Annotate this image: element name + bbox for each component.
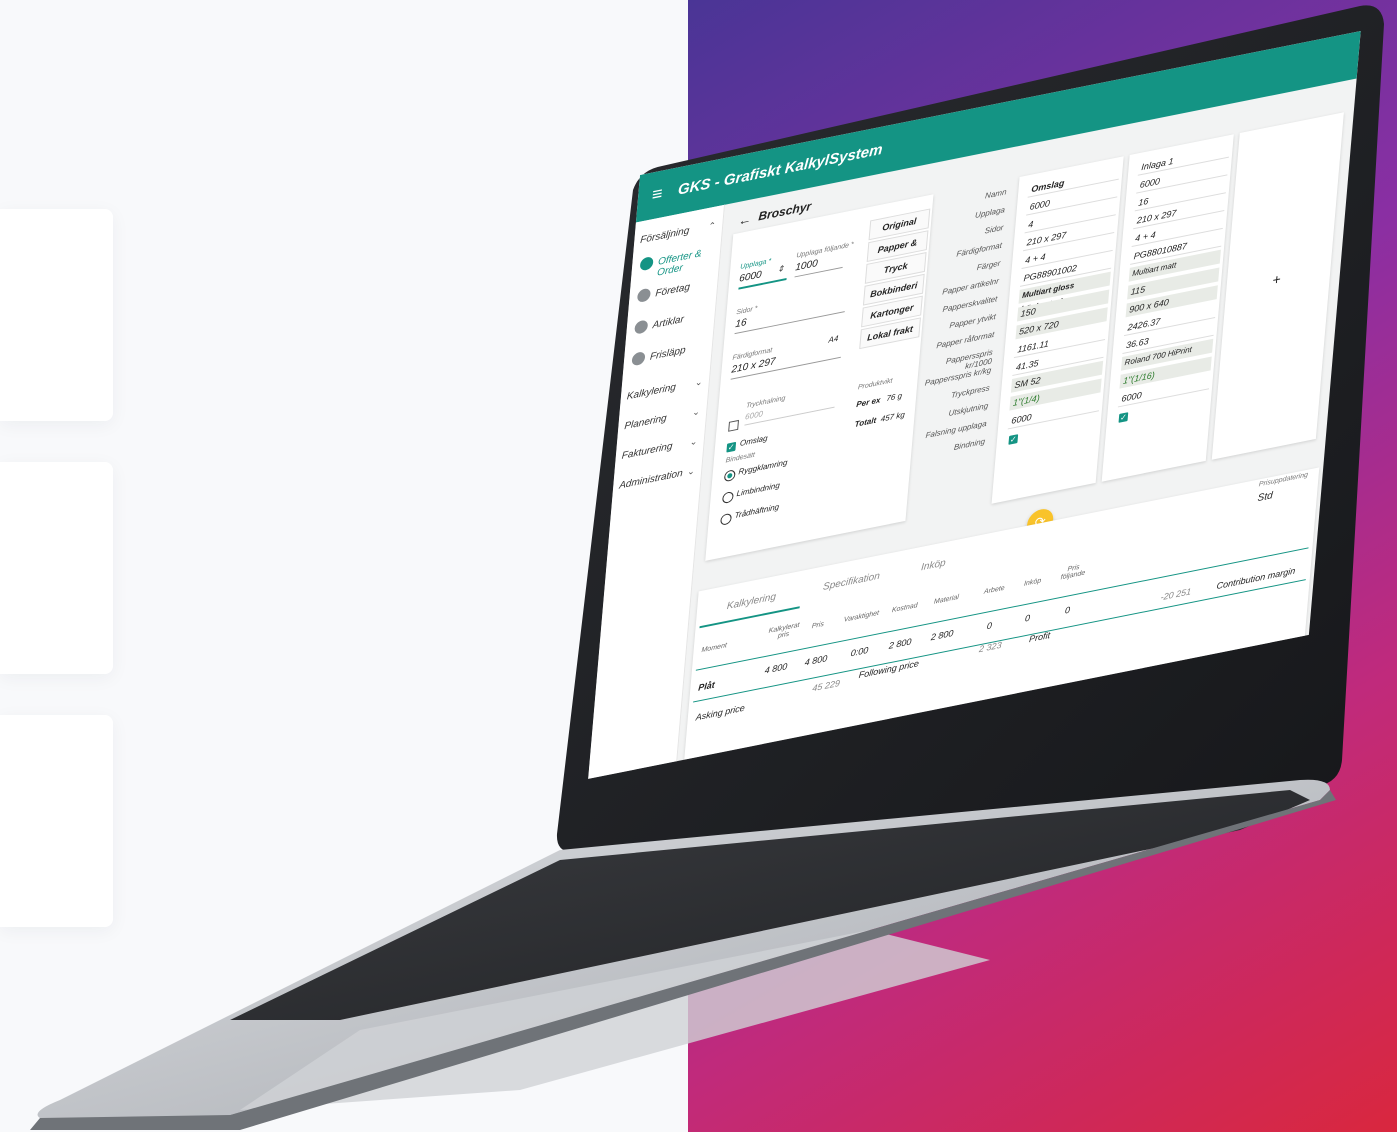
sidebar-item-artiklar[interactable]: Artiklar — [652, 314, 684, 331]
radio-limbindning-label: Limbindning — [736, 480, 781, 499]
chevron-down-icon[interactable]: ⌄ — [694, 376, 703, 388]
cell-kalkylerat-pris: 4 800 — [764, 661, 788, 676]
sidebar-item-foretag[interactable]: Företag — [655, 282, 690, 300]
cell-moment: Plåt — [697, 679, 716, 693]
th-arbete: Arbete — [983, 584, 1005, 596]
inlaga-bindning-checkbox[interactable]: ✓ — [1118, 412, 1129, 423]
omslag-checkbox[interactable]: ✓ — [726, 441, 737, 453]
cell-pris: 4 800 — [804, 653, 828, 668]
fardigformat-suffix: A4 — [828, 333, 839, 345]
cell-inkop: 0 — [1024, 612, 1031, 624]
totalt-value: 457 kg — [880, 410, 906, 424]
omslag-checkbox-label: Omslag — [739, 433, 768, 448]
prisuppdatering-select[interactable]: Std — [1257, 490, 1273, 504]
chevron-down-icon[interactable]: ⌄ — [687, 466, 695, 478]
upplaga-foljande-label: Upplaga följande * — [796, 241, 854, 260]
section-buttons: Original Papper & Färg Tryck Bokbinderi … — [849, 193, 938, 357]
profit-label: Profit — [1028, 630, 1051, 645]
sidebar-item-offerter[interactable]: Offerter & Order — [657, 245, 721, 278]
following-price-value: 2 323 — [978, 639, 1003, 655]
totalt-label: Totalt — [854, 415, 877, 429]
th-inkop: Inköp — [1023, 577, 1042, 588]
back-arrow-icon[interactable]: ← — [738, 211, 752, 228]
form-panel: Upplaga * 6000 ⇕ Upplaga följande * 1000… — [705, 194, 934, 561]
cell-kostnad: 2 800 — [888, 636, 912, 651]
cell-arbete: 0 — [986, 620, 993, 632]
add-column-panel[interactable]: + — [1211, 112, 1344, 460]
sidebar-item-fakturering[interactable]: Fakturering — [621, 441, 673, 462]
chevron-down-icon[interactable]: ⌄ — [689, 436, 697, 448]
menu-icon[interactable]: ≡ — [651, 183, 663, 206]
cell-pris-foljande: 0 — [1064, 604, 1071, 616]
th-kalkylerat-pris: Kalkylerat pris — [768, 621, 800, 640]
radio-limbindning[interactable] — [721, 490, 734, 505]
sidebar-item-administration[interactable]: Administration — [619, 468, 683, 492]
release-icon — [631, 350, 646, 367]
radio-ryggklamring-label: Ryggklamring — [738, 457, 788, 477]
per-ex-value: 76 g — [886, 391, 903, 404]
row-label-bindning: Bindning — [953, 436, 986, 452]
asking-price-label: Asking price — [695, 702, 746, 723]
tryckhalning-checkbox[interactable] — [728, 419, 740, 432]
th-kostnad: Kostnad — [891, 602, 918, 615]
tag-icon — [634, 319, 649, 335]
sidebar-item-planering[interactable]: Planering — [624, 413, 667, 432]
cell-material: 2 800 — [930, 627, 954, 643]
upplaga-foljande-input[interactable]: 1000 — [795, 258, 818, 273]
folder-icon — [639, 255, 654, 272]
asking-price-value: 45 229 — [811, 677, 841, 694]
th-material: Material — [933, 593, 960, 606]
upplaga-input[interactable]: 6000 — [739, 269, 762, 284]
sidor-label: Sidor * — [736, 305, 758, 317]
omslag-bindning-checkbox[interactable]: ✓ — [1008, 434, 1019, 445]
th-pris: Pris — [811, 620, 825, 631]
chevron-down-icon[interactable]: ⌄ — [692, 406, 700, 418]
radio-tradhaftning[interactable] — [720, 512, 733, 526]
cell-varaktighet: 0:00 — [850, 644, 869, 659]
bindesatt-label: Bindesätt — [725, 451, 756, 465]
radio-ryggklamring[interactable] — [723, 469, 736, 483]
sidor-input[interactable]: 16 — [735, 317, 747, 330]
produktvikt-label: Produktvikt — [857, 377, 893, 392]
th-varaktighet: Varaktighet — [843, 609, 880, 624]
building-icon — [636, 287, 651, 304]
stepper-icon[interactable]: ⇕ — [777, 264, 784, 274]
radio-tradhaftning-label: Trådhäftning — [734, 502, 780, 521]
sidebar-item-forsaljning[interactable]: Försäljning — [640, 225, 690, 246]
tab-inkop[interactable]: Inköp — [921, 558, 946, 574]
sidor-underline — [734, 311, 845, 335]
chevron-up-icon[interactable]: ⌃ — [708, 220, 716, 232]
upplaga-label: Upplaga * — [739, 257, 772, 271]
tab-specifikation[interactable]: Specifikation — [823, 571, 881, 593]
sidebar-item-frislapp[interactable]: Frisläpp — [649, 345, 686, 363]
prisuppdatering-label: Prisuppdatering — [1258, 471, 1309, 489]
per-ex-label: Per ex — [856, 395, 881, 410]
th-pris-foljande: Pris följande — [1060, 563, 1086, 582]
tryckhalning-label: Tryckhalning — [745, 395, 786, 410]
add-column-icon[interactable]: + — [1272, 271, 1282, 288]
th-moment: Moment — [701, 642, 728, 655]
tab-kalkylering[interactable]: Kalkylering — [726, 591, 776, 612]
tryckhalning-input[interactable]: 6000 — [745, 409, 764, 421]
sidebar-item-kalkylering[interactable]: Kalkylering — [626, 382, 676, 403]
